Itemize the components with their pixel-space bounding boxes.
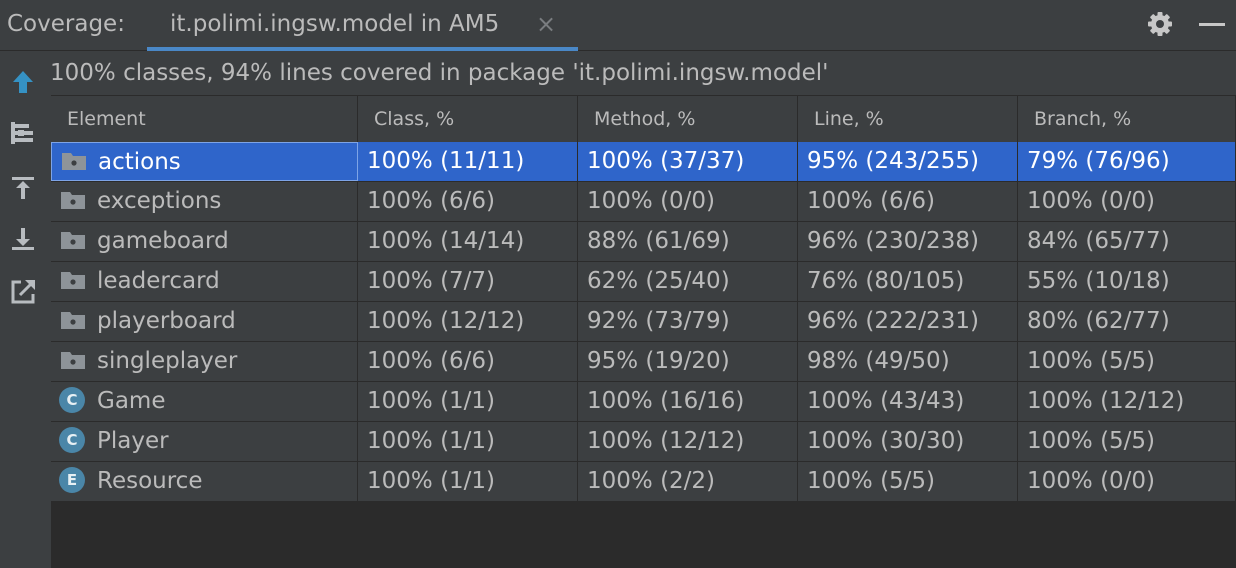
cell-class: 100% (12/12) xyxy=(358,302,578,341)
cell-name: exceptions xyxy=(51,182,358,221)
cell-class: 100% (1/1) xyxy=(358,382,578,421)
cell-class: 100% (6/6) xyxy=(358,182,578,221)
cell-name: E Resource xyxy=(51,462,358,501)
cell-line: 95% (243/255) xyxy=(798,142,1018,181)
cell-class: 100% (6/6) xyxy=(358,342,578,381)
close-icon[interactable]: × xyxy=(536,10,556,38)
table-header: Element Class, % Method, % Line, % Branc… xyxy=(51,95,1236,142)
folder-icon xyxy=(59,186,87,214)
folder-icon xyxy=(59,266,87,294)
cell-method: 88% (61/69) xyxy=(578,222,798,261)
element-name: Game xyxy=(97,388,166,414)
cell-name: leadercard xyxy=(51,262,358,301)
coverage-table: Element Class, % Method, % Line, % Branc… xyxy=(51,95,1236,568)
folder-icon xyxy=(59,306,87,334)
cell-method: 100% (12/12) xyxy=(578,422,798,461)
enum-icon: E xyxy=(59,466,87,494)
cell-method: 100% (16/16) xyxy=(578,382,798,421)
cell-method: 62% (25/40) xyxy=(578,262,798,301)
cell-line: 98% (49/50) xyxy=(798,342,1018,381)
cell-class: 100% (1/1) xyxy=(358,462,578,501)
cell-name: actions xyxy=(51,142,358,181)
generate-report-up-icon[interactable] xyxy=(8,173,38,203)
left-toolbar xyxy=(0,52,46,568)
folder-icon xyxy=(60,147,88,175)
cell-method: 100% (2/2) xyxy=(578,462,798,501)
column-header-element[interactable]: Element xyxy=(51,96,358,142)
cell-branch: 100% (0/0) xyxy=(1018,462,1236,501)
column-header-method[interactable]: Method, % xyxy=(578,96,798,142)
cell-branch: 100% (0/0) xyxy=(1018,182,1236,221)
cell-branch: 80% (62/77) xyxy=(1018,302,1236,341)
column-header-line[interactable]: Line, % xyxy=(798,96,1018,142)
cell-method: 92% (73/79) xyxy=(578,302,798,341)
flatten-packages-icon[interactable] xyxy=(8,118,38,148)
coverage-tab-label: it.polimi.ingsw.model in AM5 xyxy=(170,11,500,37)
cell-branch: 79% (76/96) xyxy=(1018,142,1236,181)
minimize-icon[interactable] xyxy=(1199,23,1225,26)
folder-icon xyxy=(59,346,87,374)
import-data-down-icon[interactable] xyxy=(8,224,38,254)
element-name: leadercard xyxy=(97,268,220,294)
badge-letter: C xyxy=(59,386,85,413)
coverage-tab[interactable]: it.polimi.ingsw.model in AM5 × xyxy=(147,0,578,51)
cell-method: 100% (37/37) xyxy=(578,142,798,181)
element-name: Resource xyxy=(97,468,203,494)
export-icon[interactable] xyxy=(8,276,38,306)
cell-name: C Game xyxy=(51,382,358,421)
cell-class: 100% (7/7) xyxy=(358,262,578,301)
gear-icon[interactable] xyxy=(1145,9,1175,39)
cell-method: 95% (19/20) xyxy=(578,342,798,381)
element-name: gameboard xyxy=(97,228,229,254)
class-icon: C xyxy=(59,426,87,454)
table-row[interactable]: playerboard 100% (12/12) 92% (73/79) 96% (2… xyxy=(51,302,1236,342)
column-header-branch[interactable]: Branch, % xyxy=(1018,96,1236,142)
badge-letter: C xyxy=(59,426,85,453)
cell-line: 100% (6/6) xyxy=(798,182,1018,221)
cell-branch: 55% (10/18) xyxy=(1018,262,1236,301)
tool-window-title: Coverage: xyxy=(7,11,125,37)
element-name: singleplayer xyxy=(97,348,238,374)
cell-name: gameboard xyxy=(51,222,358,261)
table-row[interactable]: leadercard 100% (7/7) 62% (25/40) 76% (80/1… xyxy=(51,262,1236,302)
cell-class: 100% (1/1) xyxy=(358,422,578,461)
table-row[interactable]: gameboard 100% (14/14) 88% (61/69) 96% (230… xyxy=(51,222,1236,262)
cell-method: 100% (0/0) xyxy=(578,182,798,221)
table-row[interactable]: singleplayer 100% (6/6) 95% (19/20) 98% (49… xyxy=(51,342,1236,382)
cell-branch: 100% (5/5) xyxy=(1018,422,1236,461)
cell-line: 100% (30/30) xyxy=(798,422,1018,461)
coverage-summary: 100% classes, 94% lines covered in packa… xyxy=(50,60,829,86)
cell-line: 96% (230/238) xyxy=(798,222,1018,261)
column-header-class[interactable]: Class, % xyxy=(358,96,578,142)
element-name: Player xyxy=(97,428,169,454)
go-up-icon[interactable] xyxy=(8,67,38,97)
cell-name: playerboard xyxy=(51,302,358,341)
class-icon: C xyxy=(59,386,87,414)
element-name: actions xyxy=(98,149,181,175)
cell-name: singleplayer xyxy=(51,342,358,381)
cell-line: 76% (80/105) xyxy=(798,262,1018,301)
table-row[interactable]: E Resource 100% (1/1) 100% (2/2) 100% (5/5) 1… xyxy=(51,462,1236,502)
cell-branch: 100% (12/12) xyxy=(1018,382,1236,421)
cell-class: 100% (11/11) xyxy=(358,142,578,181)
cell-branch: 100% (5/5) xyxy=(1018,342,1236,381)
cell-line: 100% (5/5) xyxy=(798,462,1018,501)
folder-icon xyxy=(59,226,87,254)
tool-window-header: Coverage: it.polimi.ingsw.model in AM5 × xyxy=(0,0,1236,51)
cell-line: 100% (43/43) xyxy=(798,382,1018,421)
coverage-content: 100% classes, 94% lines covered in packa… xyxy=(47,52,1236,568)
badge-letter: E xyxy=(59,466,85,493)
table-row[interactable]: C Game 100% (1/1) 100% (16/16) 100% (43/43) 1… xyxy=(51,382,1236,422)
table-row[interactable]: exceptions 100% (6/6) 100% (0/0) 100% (6/6)… xyxy=(51,182,1236,222)
element-name: exceptions xyxy=(97,188,222,214)
table-row[interactable]: C Player 100% (1/1) 100% (12/12) 100% (30/30… xyxy=(51,422,1236,462)
element-name: playerboard xyxy=(97,308,236,334)
table-row[interactable]: actions 100% (11/11) 100% (37/37) 95% (243/… xyxy=(51,142,1236,182)
cell-branch: 84% (65/77) xyxy=(1018,222,1236,261)
cell-class: 100% (14/14) xyxy=(358,222,578,261)
cell-name: C Player xyxy=(51,422,358,461)
cell-line: 96% (222/231) xyxy=(798,302,1018,341)
